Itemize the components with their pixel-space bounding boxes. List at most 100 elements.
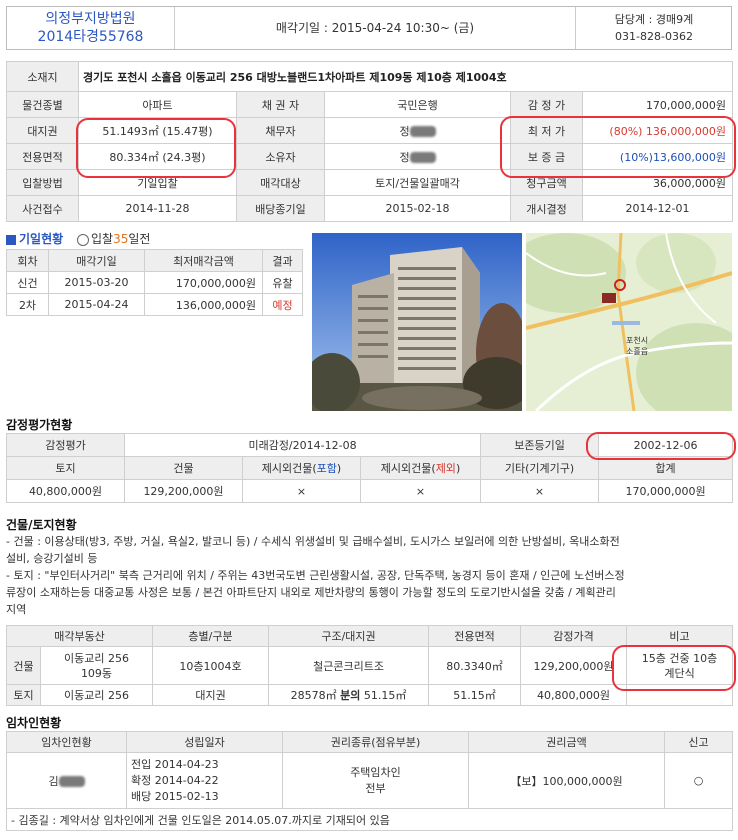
extra-incl-pre: 제시외건물( xyxy=(261,462,317,475)
court-block: 의정부지방법원 2014타경55768 xyxy=(7,7,175,49)
building-description-cont: 설비, 승강기설비 등 xyxy=(6,552,98,565)
bullet-icon xyxy=(6,234,16,245)
tenant-title: 임차인현황 xyxy=(6,716,62,730)
bid-tabs: 기일현황 입찰35일전 xyxy=(6,230,150,248)
appraisal-price-label: 감 정 가 xyxy=(510,91,583,118)
case-number[interactable]: 2014타경55768 xyxy=(7,28,174,46)
case-received: 2014-11-28 xyxy=(78,195,237,222)
extra-incl-post: ) xyxy=(336,462,342,475)
bid-countdown-before: 입찰 xyxy=(91,232,114,246)
property-type-label: 물건종별 xyxy=(6,91,79,118)
building-address: 이동교리 256 109동 xyxy=(39,646,154,685)
minimum-price: (80%) 136,000,000원 xyxy=(581,117,734,144)
tab-bid-countdown[interactable]: 입찰35일전 xyxy=(77,232,150,246)
land-structure-share: 51.15㎡ xyxy=(360,689,407,702)
land-description: - 토지 : "부인터사거리" 북측 근거리에 위치 / 주위는 43번국도변 … xyxy=(6,569,625,582)
owner-label: 소유자 xyxy=(236,143,325,170)
appraisal-land: 40,800,000원 xyxy=(6,479,125,503)
appraisal-table: 감정평가 미래감정/2014-12-08 보존등기일 2002-12-06 토지… xyxy=(6,433,734,503)
summary-table: 소재지 경기도 포천시 소흘읍 이동교리 256 대방노블랜드1차아파트 제10… xyxy=(6,61,734,222)
deposit-label: 보 증 금 xyxy=(510,143,583,170)
building-note-line2: 계단식 xyxy=(664,666,695,680)
table-row: 김 전입 2014-04-23 확정 2014-04-22 배당 2015-02… xyxy=(6,752,733,809)
redacted-mark xyxy=(58,776,85,787)
manager-phone: 031-828-0362 xyxy=(615,30,693,43)
building-land-description: - 건물 : 이용상태(방3, 주방, 거실, 욕실2, 발코니 등) / 수세… xyxy=(6,533,732,618)
building-address-line1: 이동교리 256 xyxy=(64,651,129,665)
manager-block: 담당계 : 경매9계 031-828-0362 xyxy=(575,7,733,49)
building-address-line2: 109동 xyxy=(80,666,113,680)
bid-round: 신건 xyxy=(6,271,49,294)
bid-date: 2015-03-20 xyxy=(48,271,145,294)
extra-incl-mid: 포함 xyxy=(316,462,337,475)
table-row: 건물 이동교리 256 109동 10층1004호 철근콘크리트조 80.334… xyxy=(6,646,734,685)
appraiser: 미래감정/2014-12-08 xyxy=(123,433,482,457)
redacted-mark xyxy=(409,152,436,163)
exclusive-area: 80.334㎡ (24.3평) xyxy=(78,143,237,170)
property-header-area: 전용면적 xyxy=(428,625,522,647)
bid-header-date: 매각기일 xyxy=(48,249,145,272)
dividend-deadline: 2015-02-18 xyxy=(324,195,511,222)
debtor-name: 정 xyxy=(399,124,410,138)
property-table: 매각부동산 층별/구분 구조/대지권 전용면적 감정가격 비고 건물 이동교리 … xyxy=(5,625,734,706)
appraisal-building: 129,200,000원 xyxy=(124,479,243,503)
bid-round: 2차 xyxy=(6,293,49,316)
bid-date: 2015-04-24 xyxy=(48,293,145,316)
property-header-floor: 층별/구분 xyxy=(152,625,270,647)
creditor-label: 채 권 자 xyxy=(236,91,325,118)
tenant-header-right: 권리종류(점유부분) xyxy=(282,731,469,753)
property-header-item: 매각부동산 xyxy=(5,625,154,647)
building-floor: 10층1004호 xyxy=(152,646,270,685)
tenant-dates: 전입 2014-04-23 확정 2014-04-22 배당 2015-02-1… xyxy=(126,752,283,809)
land-structure-of: 분의 xyxy=(340,689,361,702)
deposit: (10%)13,600,000원 xyxy=(581,143,734,170)
appraisal-price: 170,000,000원 xyxy=(581,91,734,118)
building-price: 129,200,000원 xyxy=(520,646,628,685)
location-map[interactable]: 포천시 소흘읍 xyxy=(506,232,738,423)
land-address: 이동교리 256 xyxy=(39,684,154,706)
tenant-header-amount: 권리금액 xyxy=(468,731,665,753)
court-name: 의정부지방법원 xyxy=(45,11,136,27)
land-description-end: 지역 xyxy=(6,603,27,616)
map-label-town: 소흘읍 xyxy=(626,346,648,356)
sale-date: 매각기일 : 2015-04-24 10:30~ (금) xyxy=(175,7,576,49)
land-description-cont: 류장이 소재하는등 대중교통 사정은 보통 / 본건 아파트단지 내외로 제반차… xyxy=(6,586,616,599)
location-value: 경기도 포천시 소흘읍 이동교리 256 대방노블랜드1차아파트 제109동 제… xyxy=(77,61,734,92)
land-structure: 28578㎡ 분의 51.15㎡ xyxy=(268,684,430,706)
tenant-header-report: 신고 xyxy=(664,731,733,753)
tenant-name: 김 xyxy=(48,774,59,788)
extra-excl-pre: 제시외건물( xyxy=(380,462,436,475)
map-label-city: 포천시 xyxy=(626,335,648,345)
registration-date: 2002-12-06 xyxy=(598,433,734,457)
bid-minprice: 136,000,000원 xyxy=(144,293,263,316)
debtor-label: 채무자 xyxy=(236,117,325,144)
table-row: 40,800,000원 129,200,000원 × × × 170,000,0… xyxy=(6,479,734,503)
commencement-label: 개시결정 xyxy=(510,195,583,222)
property-type: 아파트 xyxy=(78,91,237,118)
bid-countdown-after: 일전 xyxy=(128,232,151,246)
tenant-header-dates: 성립일자 xyxy=(126,731,283,753)
dividend-deadline-label: 배당종기일 xyxy=(236,195,325,222)
apartment-photo-image xyxy=(304,233,531,413)
building-area: 80.3340㎡ xyxy=(428,646,522,685)
land-area: 51.15㎡ xyxy=(428,684,522,706)
building-structure: 철근콘크리트조 xyxy=(268,646,430,685)
bid-header-round: 회차 xyxy=(6,249,49,272)
land-right-label: 대지권 xyxy=(6,117,79,144)
commencement: 2014-12-01 xyxy=(581,195,734,222)
minimum-price-label: 최 저 가 xyxy=(510,117,583,144)
bid-method-label: 입찰방법 xyxy=(6,169,79,196)
appraisal-header-total: 합계 xyxy=(598,456,734,480)
owner-cell: 정 xyxy=(324,143,511,170)
claim-amount: 36,000,000원 xyxy=(581,169,734,196)
property-photo[interactable] xyxy=(304,233,531,413)
tenant-note: - 김종길 : 계약서상 임차인에게 건물 인도일은 2014.05.07.까지… xyxy=(6,808,733,831)
tab-bid-status[interactable]: 기일현황 xyxy=(19,232,63,246)
property-header-price: 감정가격 xyxy=(520,625,628,647)
sale-target: 토지/건물일괄매각 xyxy=(324,169,511,196)
tenant-table: 임차인현황 성립일자 권리종류(점유부분) 권리금액 신고 김 전입 2014-… xyxy=(6,731,733,831)
land-row-label: 토지 xyxy=(6,684,41,706)
claim-amount-label: 청구금액 xyxy=(510,169,583,196)
case-received-label: 사건접수 xyxy=(6,195,79,222)
appraisal-title: 감정평가현황 xyxy=(6,418,73,432)
